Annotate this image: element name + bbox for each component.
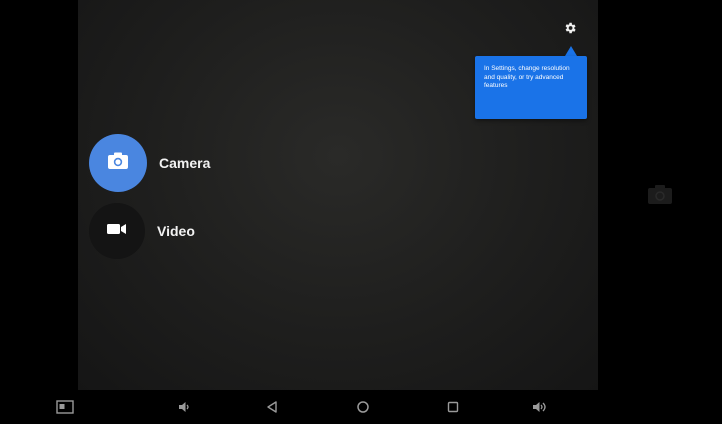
video-mode-button[interactable]: Video [89,203,195,259]
camera-icon [107,152,129,175]
settings-tooltip[interactable]: In Settings, change resolution and quali… [475,56,587,119]
video-icon [107,222,127,240]
home-icon[interactable] [354,399,372,415]
video-mode-circle[interactable] [89,203,145,259]
video-mode-label[interactable]: Video [157,223,195,239]
camera-mode-circle[interactable] [89,134,147,192]
back-icon[interactable] [263,399,281,415]
camera-screen: In Settings, change resolution and quali… [0,0,722,424]
camera-mode-label[interactable]: Camera [159,155,210,171]
volume-up-icon[interactable] [531,399,549,415]
tooltip-text: In Settings, change resolution and quali… [484,65,570,89]
volume-down-icon[interactable] [175,399,193,415]
recents-icon[interactable] [444,399,462,415]
system-navigation-bar [0,390,722,424]
tooltip-arrow [565,46,577,56]
camera-mode-button[interactable]: Camera [89,134,210,192]
switch-camera-icon[interactable] [646,184,674,206]
screenshot-icon[interactable] [56,399,74,415]
gear-icon[interactable] [560,18,580,38]
